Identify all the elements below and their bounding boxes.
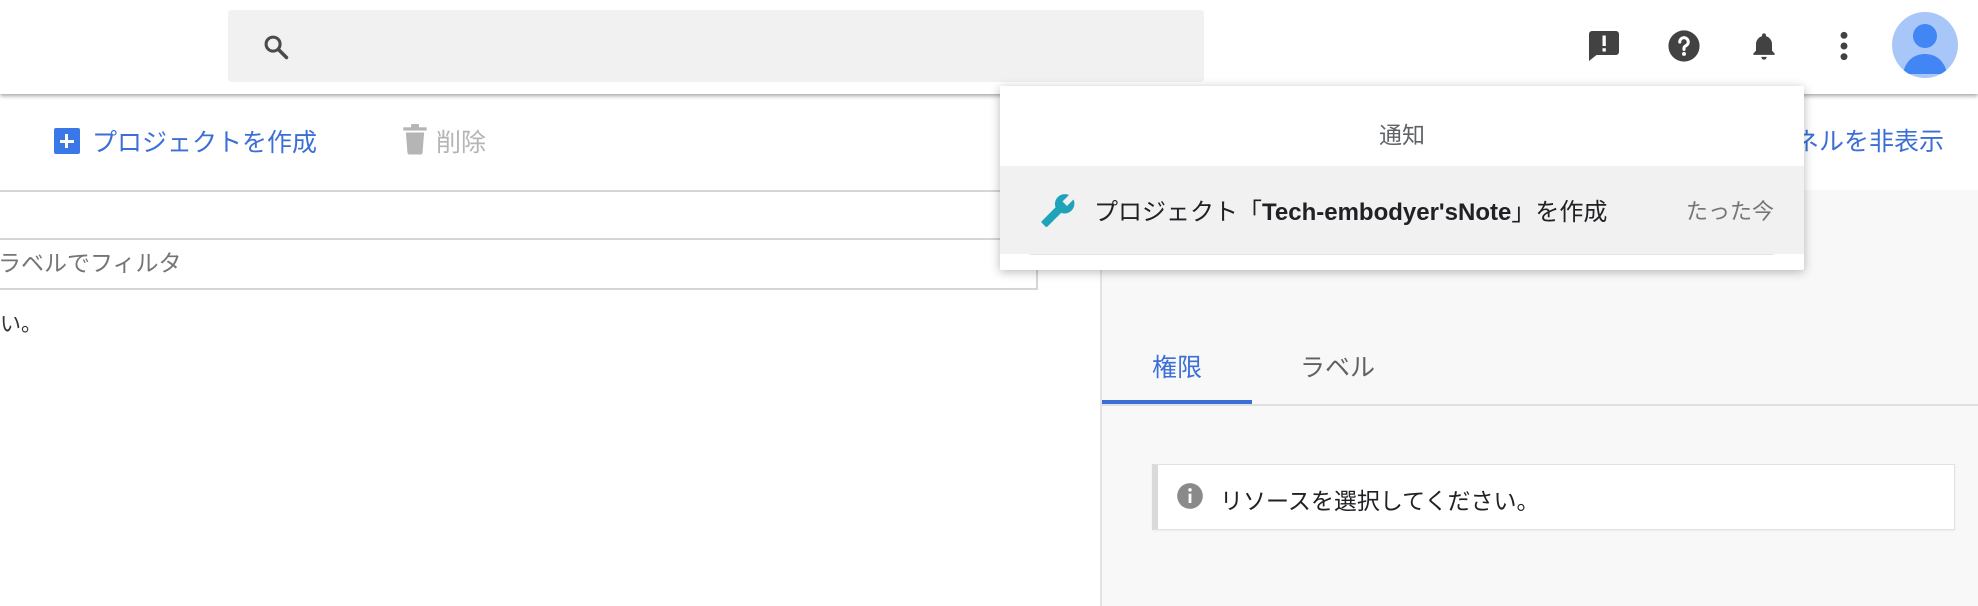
trash-icon: [402, 123, 428, 159]
info-message: リソースを選択してください。: [1152, 464, 1955, 530]
create-project-button[interactable]: プロジェクトを作成: [54, 122, 317, 160]
search-icon: [262, 33, 290, 65]
delete-button[interactable]: 削除: [402, 122, 486, 160]
active-tab-indicator: [1102, 400, 1252, 404]
search-box[interactable]: [228, 10, 1204, 82]
search-input[interactable]: [308, 24, 1182, 70]
delete-label: 削除: [436, 128, 487, 157]
info-message-text: リソースを選択してください。: [1220, 489, 1540, 515]
account-avatar[interactable]: [1892, 12, 1958, 78]
tab-labels[interactable]: ラベル: [1300, 348, 1375, 384]
info-icon: [1176, 482, 1204, 514]
wrench-icon: [1040, 192, 1076, 232]
help-icon[interactable]: [1664, 26, 1704, 66]
feedback-icon[interactable]: [1584, 26, 1624, 66]
notification-text-prefix: プロジェクト「: [1094, 198, 1262, 226]
hide-info-panel-button[interactable]: ネルを非表示: [1794, 122, 1944, 158]
notification-time: たった今: [1685, 200, 1774, 225]
notification-text-suffix: 」を作成: [1511, 198, 1608, 226]
add-box-icon: [54, 128, 80, 154]
more-vert-icon[interactable]: [1824, 26, 1864, 66]
notification-item[interactable]: プロジェクト「Tech-embodyer'sNote」を作成 たった今: [1000, 166, 1804, 254]
notification-message: プロジェクト「Tech-embodyer'sNote」を作成: [1094, 192, 1607, 227]
tab-permissions[interactable]: 権限: [1152, 348, 1202, 384]
notifications-icon[interactable]: [1744, 26, 1784, 66]
notifications-title: 通知: [1379, 123, 1425, 149]
divider: [1030, 254, 1774, 255]
create-project-label: プロジェクトを作成: [92, 128, 318, 157]
notification-project-name: Tech-embodyer'sNote: [1262, 199, 1512, 226]
filter-field[interactable]: [0, 238, 1038, 290]
divider: [0, 190, 1100, 192]
empty-state-text: い。: [0, 312, 42, 336]
notifications-dropdown: 通知 プロジェクト「Tech-embodyer'sNote」を作成 たった今: [1000, 86, 1804, 270]
top-app-bar: [0, 0, 1978, 94]
info-panel-tabs: 権限 ラベル: [1102, 330, 1978, 406]
filter-input[interactable]: [0, 246, 1000, 282]
